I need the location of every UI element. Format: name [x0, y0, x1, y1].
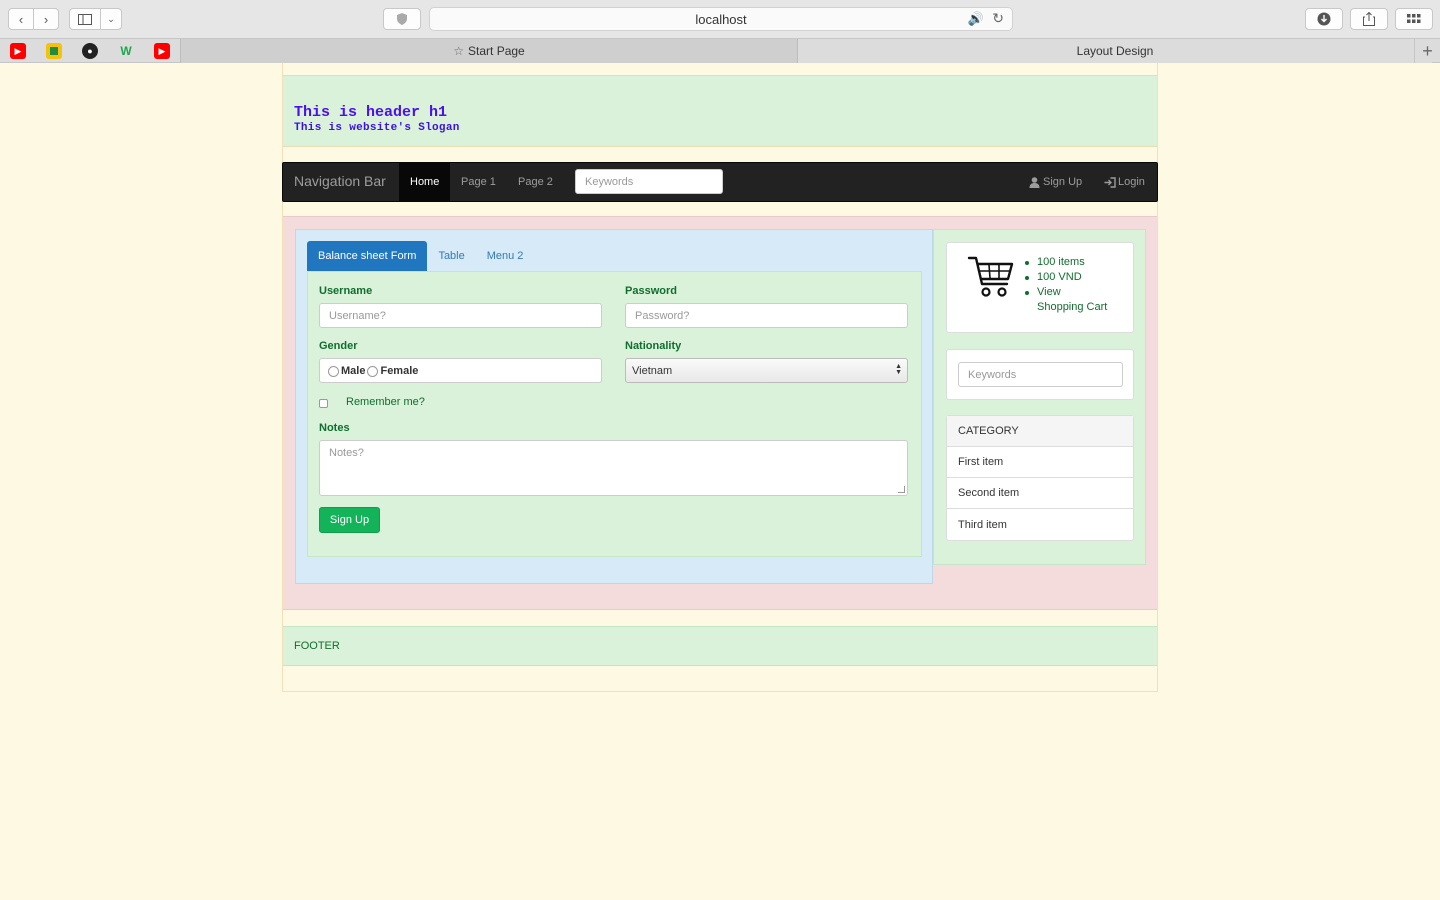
nav-login[interactable]: Login — [1093, 163, 1156, 201]
page-container: This is header h1 This is website's Slog… — [282, 63, 1158, 692]
category-heading: CATEGORY — [947, 416, 1133, 447]
forward-icon[interactable]: › — [33, 8, 59, 30]
star-icon: ☆ — [453, 44, 465, 58]
form-tabs: Balance sheet Form Table Menu 2 — [307, 241, 534, 271]
notes-label: Notes — [319, 422, 350, 434]
sign-up-button[interactable]: Sign Up — [319, 507, 380, 533]
notes-placeholder: Notes? — [329, 447, 364, 459]
footer-text: FOOTER — [294, 640, 340, 652]
balance-sheet-form: Username Password Gender Male Female Nat… — [307, 271, 922, 557]
tab-balance-sheet-form[interactable]: Balance sheet Form — [307, 241, 428, 271]
youtube-icon[interactable]: ▶ — [154, 43, 170, 59]
remember-checkbox[interactable] — [319, 399, 328, 408]
nav-page-1[interactable]: Page 1 — [450, 163, 507, 201]
tab-layout-design[interactable]: Layout Design — [798, 39, 1432, 63]
url-text: localhost — [695, 11, 747, 27]
cart-total: 100 VND — [1025, 270, 1107, 285]
tab-bar: ▶ ● W ▶ ☆ Start Page Layout Design + — [0, 38, 1440, 63]
main-column: Balance sheet Form Table Menu 2 Username… — [295, 229, 933, 584]
navbar-brand[interactable]: Navigation Bar — [294, 173, 386, 189]
cart-panel: 100 items 100 VND View Shopping Cart — [946, 242, 1134, 333]
content-area: Balance sheet Form Table Menu 2 Username… — [283, 216, 1157, 610]
navigation-bar: Navigation Bar Home Page 1 Page 2 Sign U… — [282, 162, 1158, 202]
header-slogan: This is website's Slogan — [294, 122, 460, 134]
nav-page-2[interactable]: Page 2 — [507, 163, 564, 201]
w-icon[interactable]: W — [118, 43, 134, 59]
header-title: This is header h1 — [294, 104, 448, 121]
male-label: Male — [341, 364, 366, 377]
category-item[interactable]: Third item — [947, 509, 1133, 540]
tab-menu-2[interactable]: Menu 2 — [476, 241, 535, 271]
site-header: This is header h1 This is website's Slog… — [283, 75, 1157, 147]
address-bar[interactable]: localhost 🔊 ↻ — [429, 7, 1013, 31]
cart-items-count: 100 items — [1025, 255, 1107, 270]
navbar-search-input[interactable] — [575, 169, 723, 194]
new-tab-icon[interactable]: + — [1414, 39, 1440, 63]
speaker-icon[interactable]: 🔊 — [968, 11, 984, 27]
sidebar-toggle-icon[interactable] — [69, 8, 101, 30]
sidebar-search-panel — [946, 349, 1134, 400]
browser-toolbar: ‹ › ⌄ localhost 🔊 ↻ — [0, 0, 1440, 38]
select-arrows-icon: ▲ ▼ — [895, 363, 902, 376]
tab-table[interactable]: Table — [427, 241, 475, 271]
nationality-value: Vietnam — [632, 364, 673, 377]
chevron-down-icon[interactable]: ⌄ — [100, 8, 122, 30]
google-drive-icon[interactable] — [46, 43, 62, 59]
shopping-cart-link[interactable]: Shopping Cart — [1025, 300, 1107, 315]
sidebar-search-input[interactable] — [958, 362, 1123, 387]
nationality-label: Nationality — [625, 340, 682, 352]
username-field[interactable] — [319, 303, 602, 328]
resize-handle-icon[interactable] — [898, 486, 905, 493]
reload-icon[interactable]: ↻ — [992, 10, 1004, 27]
cart-view-link[interactable]: View — [1025, 285, 1107, 300]
tab-label: Start Page — [468, 44, 525, 58]
sign-up-label: Sign Up — [1043, 176, 1083, 188]
remember-label: Remember me? — [346, 396, 425, 408]
back-icon[interactable]: ‹ — [8, 8, 34, 30]
notes-textarea[interactable]: Notes? — [319, 440, 908, 496]
nav-home[interactable]: Home — [399, 163, 451, 201]
nationality-select[interactable]: Vietnam ▲ ▼ — [625, 358, 908, 383]
username-label: Username — [319, 285, 373, 297]
sidebar: 100 items 100 VND View Shopping Cart CAT… — [933, 229, 1146, 565]
privacy-shield-icon[interactable] — [383, 8, 421, 30]
login-label: Login — [1118, 176, 1145, 188]
gender-radio-group: Male Female — [319, 358, 602, 383]
female-label: Female — [380, 364, 419, 377]
site-footer: FOOTER — [283, 626, 1157, 666]
password-field[interactable] — [625, 303, 908, 328]
user-icon — [1029, 176, 1040, 188]
female-radio[interactable] — [367, 366, 379, 377]
share-icon[interactable] — [1350, 8, 1388, 30]
category-panel: CATEGORY First item Second item Third it… — [946, 415, 1134, 541]
tab-label: Layout Design — [1076, 44, 1154, 58]
github-icon[interactable]: ● — [82, 43, 98, 59]
download-icon[interactable] — [1305, 8, 1343, 30]
nav-sign-up[interactable]: Sign Up — [1018, 163, 1093, 201]
tab-start-page[interactable]: ☆ Start Page — [180, 39, 798, 63]
youtube-icon[interactable]: ▶ — [10, 43, 26, 59]
category-item[interactable]: Second item — [947, 478, 1133, 509]
category-item[interactable]: First item — [947, 447, 1133, 478]
login-icon — [1104, 176, 1116, 188]
shopping-cart-icon — [967, 256, 1014, 297]
gender-label: Gender — [319, 340, 358, 352]
tab-overview-icon[interactable] — [1395, 8, 1433, 30]
password-label: Password — [625, 285, 677, 297]
cart-summary-list: 100 items 100 VND View Shopping Cart — [1025, 255, 1107, 315]
male-radio[interactable] — [328, 366, 339, 377]
